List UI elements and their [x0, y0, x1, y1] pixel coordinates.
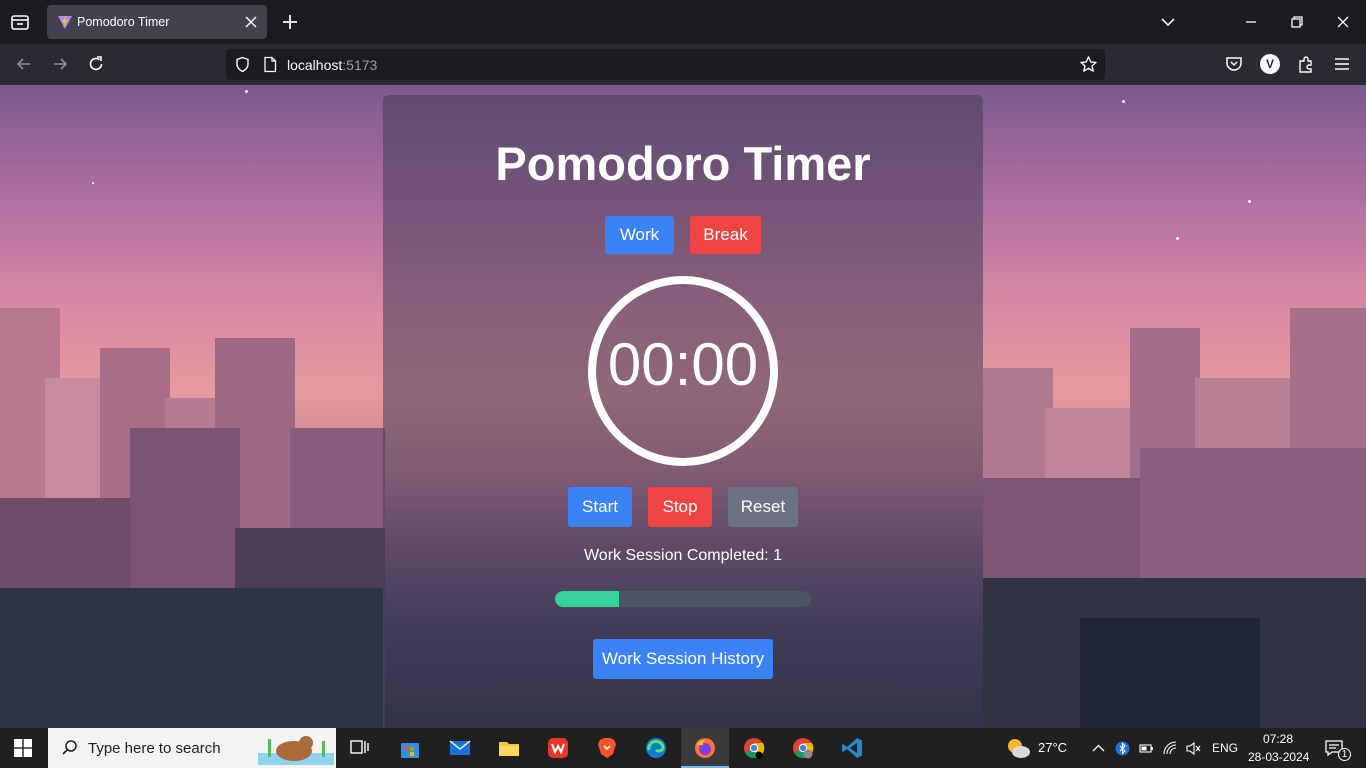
reload-icon[interactable] [86, 54, 106, 74]
page-info-icon[interactable] [262, 56, 278, 73]
session-progress-bar [555, 591, 811, 607]
menu-hamburger-icon[interactable] [1332, 54, 1352, 74]
bookmark-star-icon[interactable] [1079, 55, 1098, 74]
vite-favicon-icon [58, 15, 72, 29]
minimize-icon[interactable] [1241, 12, 1261, 32]
page-title: Pomodoro Timer [495, 137, 871, 190]
browser-tab[interactable]: Pomodoro Timer [47, 5, 267, 39]
input-language[interactable]: ENG [1212, 741, 1238, 755]
new-tab-icon[interactable] [280, 12, 300, 32]
sessions-completed-text: Work Session Completed: 1 [583, 547, 782, 564]
taskbar-vscode-button[interactable] [828, 728, 876, 768]
url-port: :5173 [342, 57, 378, 73]
address-bar[interactable]: localhost:5173 [226, 49, 1105, 80]
taskbar-brave-button[interactable] [583, 728, 631, 768]
clock-date[interactable]: 28-03-2024 [1248, 750, 1309, 764]
pocket-icon[interactable] [1224, 54, 1244, 74]
taskbar-mail-button[interactable] [436, 728, 484, 768]
break-mode-button[interactable]: Break [690, 216, 761, 254]
tab-overflow-chevron-icon[interactable] [1158, 12, 1178, 32]
windows-taskbar: Type here to search 27°C ENG 07:28 28-03… [0, 728, 1366, 768]
search-placeholder: Type here to search [88, 740, 221, 757]
tracking-protection-shield-icon[interactable] [234, 56, 251, 73]
mail-icon [449, 740, 471, 755]
vscode-icon [842, 738, 862, 758]
bluetooth-icon[interactable] [1115, 741, 1130, 756]
tab-title: Pomodoro Timer [77, 15, 170, 29]
taskbar-chrome-profile-button[interactable] [779, 728, 827, 768]
close-window-icon[interactable] [1333, 12, 1353, 32]
weather-temperature[interactable]: 27°C [1038, 740, 1067, 755]
weather-partly-cloudy-icon[interactable] [1005, 736, 1031, 760]
search-highlight-capybara-icon [258, 736, 334, 765]
edge-icon [646, 738, 666, 758]
start-button[interactable]: Start [568, 487, 632, 527]
close-tab-icon[interactable] [244, 15, 258, 29]
timer-display: 00:00 [607, 331, 759, 398]
taskbar-edge-button[interactable] [632, 728, 680, 768]
forward-icon[interactable] [50, 54, 70, 74]
navigation-toolbar: localhost:5173 [0, 44, 1366, 85]
task-view-button[interactable] [336, 728, 384, 768]
microsoft-store-icon [401, 743, 419, 758]
clock-time[interactable]: 07:28 [1263, 732, 1293, 746]
wps-office-icon [548, 738, 568, 758]
taskbar-chrome-button[interactable] [730, 728, 778, 768]
session-progress-fill [555, 591, 619, 607]
list-all-tabs-icon[interactable] [8, 10, 32, 34]
url-text: localhost:5173 [287, 57, 377, 73]
reset-button[interactable]: Reset [728, 487, 798, 527]
back-icon[interactable] [14, 54, 34, 74]
taskbar-wps-button[interactable] [534, 728, 582, 768]
extensions-icon[interactable] [1296, 54, 1316, 74]
show-hidden-icons-chevron-icon[interactable] [1091, 741, 1106, 756]
volume-muted-icon[interactable] [1186, 741, 1201, 756]
battery-icon[interactable] [1139, 741, 1154, 756]
windows-start-icon[interactable] [14, 739, 32, 757]
wifi-icon[interactable] [1163, 741, 1178, 756]
browser-tab-bar: Pomodoro Timer [0, 0, 1366, 44]
account-avatar[interactable]: V [1260, 54, 1280, 74]
stop-button[interactable]: Stop [648, 487, 712, 527]
chrome-icon [744, 738, 765, 759]
brave-icon [598, 738, 616, 758]
taskbar-firefox-button[interactable] [681, 728, 729, 768]
chrome-profile-icon [793, 738, 814, 759]
firefox-icon [695, 738, 715, 758]
restore-icon[interactable] [1287, 12, 1307, 32]
notification-count-badge: 1 [1338, 748, 1351, 761]
taskbar-store-button[interactable] [386, 728, 434, 768]
url-host: localhost [287, 57, 343, 73]
search-icon [62, 740, 77, 755]
task-view-icon [350, 740, 369, 754]
file-explorer-icon [499, 742, 519, 756]
work-mode-button[interactable]: Work [605, 216, 674, 254]
taskbar-explorer-button[interactable] [485, 728, 533, 768]
taskbar-search-box[interactable]: Type here to search [48, 728, 336, 768]
work-session-history-button[interactable]: Work Session History [593, 639, 773, 679]
